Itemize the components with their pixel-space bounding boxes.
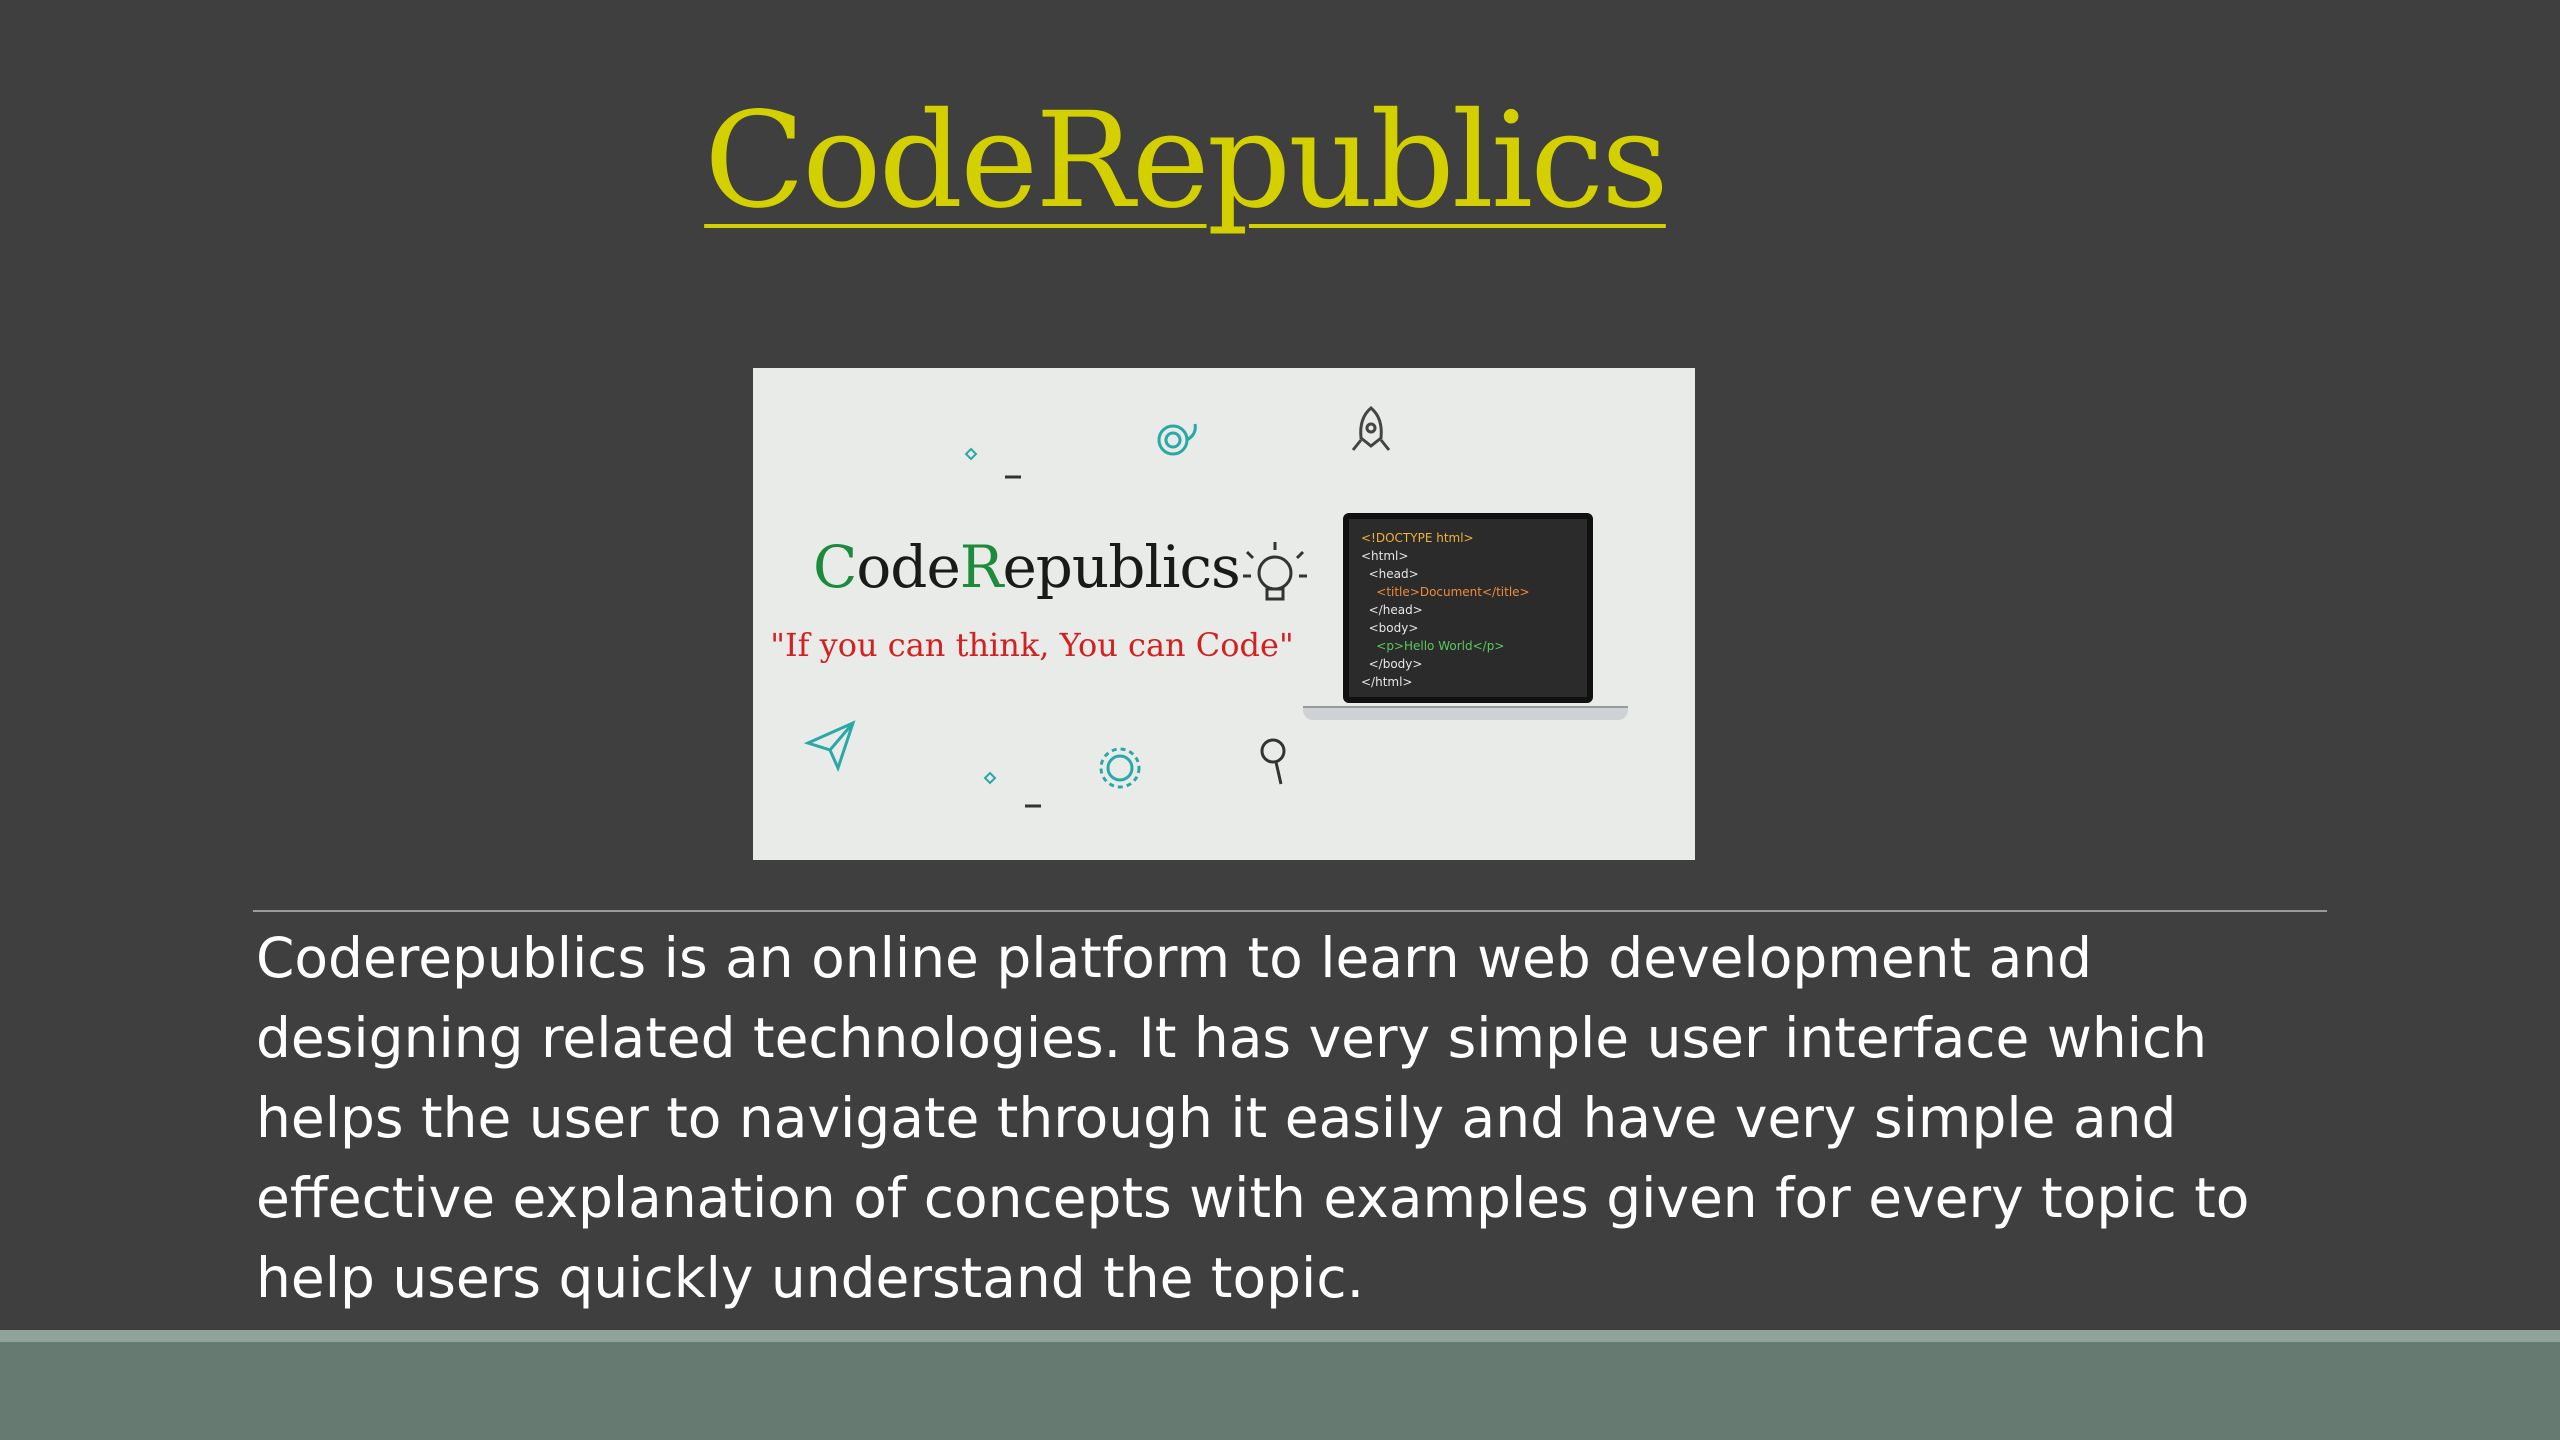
lightbulb-icon <box>1243 542 1307 601</box>
banner-image: CodeRepublics "If you can think, You can… <box>753 368 1695 860</box>
code-line: <title>Document</title> <box>1361 585 1530 599</box>
code-line: <!DOCTYPE html> <box>1361 531 1474 545</box>
brand-letter-c: C <box>813 533 857 601</box>
brand-letter-r: R <box>959 533 1004 601</box>
code-line: <p>Hello World</p> <box>1361 639 1505 653</box>
brand-text: ode <box>856 533 960 601</box>
brand-text: epublics <box>1002 533 1240 601</box>
code-line: <html> <box>1361 549 1409 563</box>
magnifier-icon <box>1260 738 1286 785</box>
rocket-icon <box>1351 406 1391 451</box>
code-line: <head> <box>1361 567 1419 581</box>
code-line: </body> <box>1361 657 1423 671</box>
slide-description: Coderepublics is an online platform to l… <box>256 926 2250 1310</box>
slide-title: CodeRepublics <box>704 84 1669 238</box>
code-line: </html> <box>1361 675 1413 689</box>
code-line: <body> <box>1361 621 1419 635</box>
banner-brand: CodeRepublics <box>813 533 1241 601</box>
code-line: </head> <box>1361 603 1423 617</box>
banner-tagline: "If you can think, You can Code" <box>770 626 1294 664</box>
divider <box>253 910 2327 912</box>
gear-icon <box>1099 747 1141 789</box>
laptop-base <box>1303 706 1628 720</box>
footer-bar <box>0 1342 2560 1440</box>
paper-plane-icon <box>803 720 856 773</box>
footer-accent-line <box>0 1330 2560 1342</box>
laptop-screen: <!DOCTYPE html> <html> <head> <title>Doc… <box>1343 513 1593 703</box>
swirl-icon <box>1157 423 1197 456</box>
diamond-icon <box>964 447 978 461</box>
